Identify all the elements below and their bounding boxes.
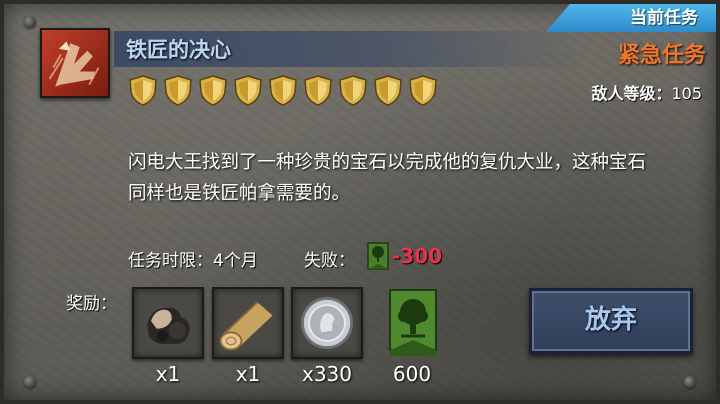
difficulty-shield-icon (374, 75, 402, 106)
urgent-quest-label: 紧急任务 (617, 43, 706, 68)
rivet-icon (24, 376, 36, 388)
difficulty-shield-icon (164, 75, 192, 106)
quest-description: 闪电大王找到了一种珍贵的宝石以完成他的复仇大业，这种宝石 同样也是铁匠帕拿需要的… (128, 147, 678, 209)
difficulty-shield-icon (199, 75, 227, 106)
difficulty-shield-icon (269, 75, 297, 106)
tree-banner-icon (367, 242, 389, 270)
rewards-label: 奖励： (66, 294, 117, 314)
quest-emblem-icon (40, 28, 110, 98)
enemy-level: 敌人等级：105 (591, 80, 702, 104)
difficulty-shield-icon (234, 75, 262, 106)
enemy-level-label: 敌人等级： (591, 84, 672, 103)
silver-coin-icon (301, 297, 353, 349)
enemy-level-value: 105 (671, 84, 702, 103)
fail-label: 失败： (304, 251, 355, 271)
difficulty-shields (127, 74, 439, 106)
difficulty-shield-icon (129, 75, 157, 106)
abandon-button[interactable]: 放弃 (529, 288, 693, 354)
reward-slot-ore[interactable] (132, 287, 204, 359)
reward-count: x1 (155, 362, 181, 386)
rivet-icon (24, 16, 36, 28)
reward-count: x330 (301, 362, 352, 386)
quest-title: 铁匠的决心 (126, 38, 231, 62)
difficulty-shield-icon (409, 75, 437, 106)
description-line: 闪电大王找到了一种珍贵的宝石以完成他的复仇大业，这种宝石 (128, 152, 647, 173)
wood-log-icon (219, 301, 273, 351)
fail-penalty-value: -300 (392, 244, 443, 268)
reward-count: x1 (235, 362, 261, 386)
reward-slot-coin[interactable] (291, 287, 363, 359)
description-line: 同样也是铁匠帕拿需要的。 (128, 183, 351, 204)
reward-slot-wood[interactable] (212, 287, 284, 359)
reward-count: 600 (392, 362, 432, 386)
ore-icon (147, 307, 190, 345)
tree-banner-icon[interactable] (387, 288, 439, 358)
difficulty-shield-icon (339, 75, 367, 106)
quest-panel: 当前任务 铁匠的决心 紧急任务 敌人等级：105 闪电大王找到了一种珍贵的宝石以… (0, 0, 720, 404)
current-quest-tab[interactable]: 当前任务 (546, 4, 716, 32)
difficulty-shield-icon (304, 75, 332, 106)
time-limit: 任务时限：4个月 (128, 251, 258, 271)
rivet-icon (684, 376, 696, 388)
